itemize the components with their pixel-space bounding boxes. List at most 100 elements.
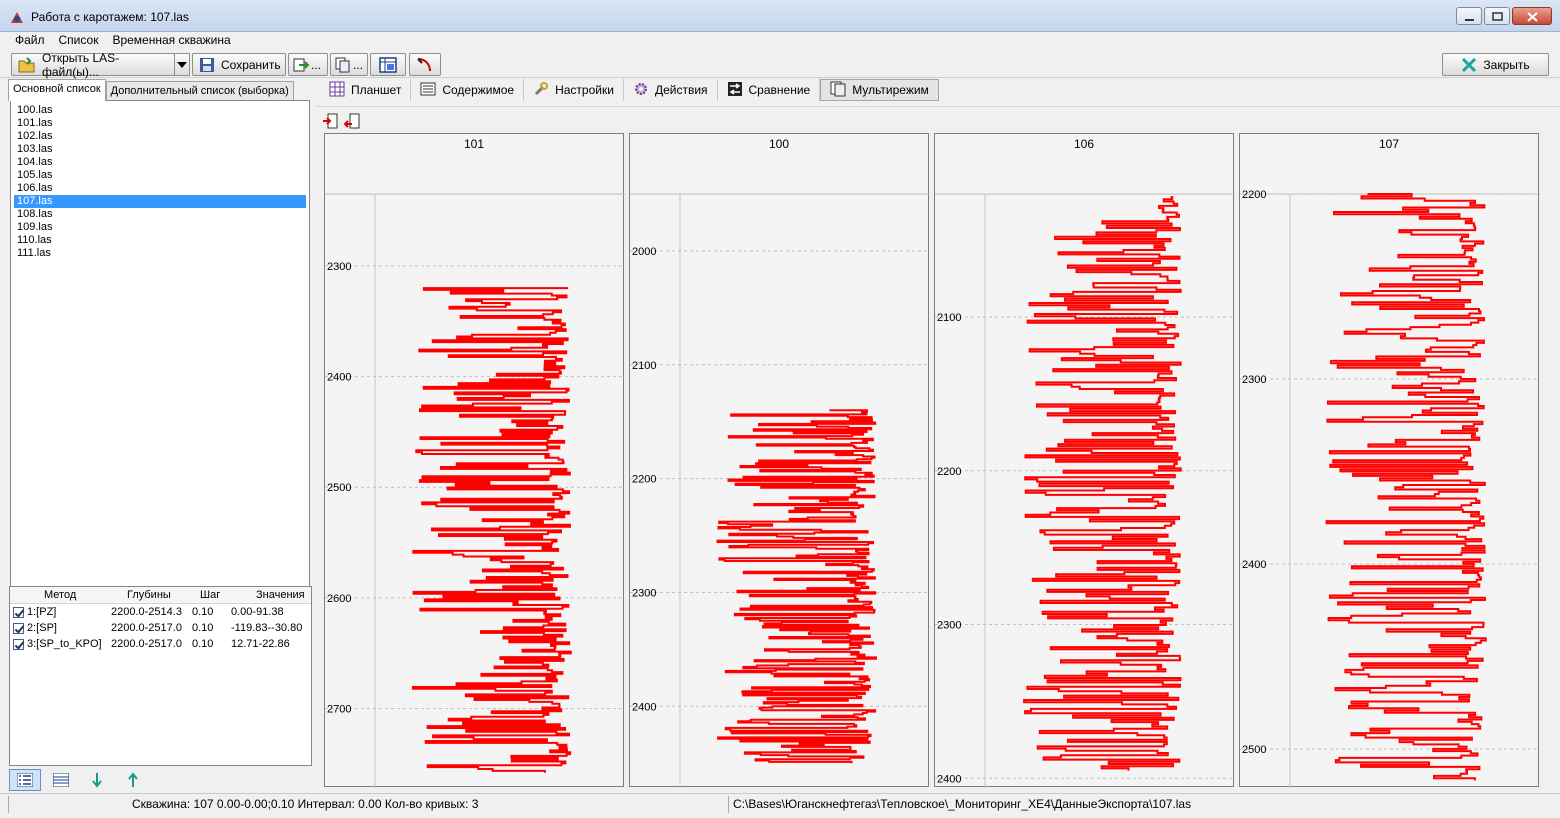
well-track[interactable]: 101 2300 2400 2500 2600 2700 — [324, 133, 625, 788]
copy-button[interactable]: ... — [330, 53, 368, 76]
method-name: 2:[SP] — [27, 622, 57, 634]
depth-tick-label: 2200 — [1242, 189, 1266, 201]
depth-tick-label: 2100 — [632, 360, 656, 372]
tab-label: Мультирежим — [852, 83, 929, 97]
list-view-button[interactable] — [9, 769, 41, 791]
header-method[interactable]: Метод — [44, 589, 76, 601]
sub-toolbar — [316, 106, 1560, 131]
method-checkbox[interactable] — [13, 623, 24, 634]
close-button[interactable]: Закрыть — [1442, 53, 1549, 76]
tab-label: Планшет — [351, 83, 402, 97]
file-list-item[interactable]: 104.las — [14, 156, 306, 169]
depth-tick-label: 2300 — [632, 587, 656, 599]
maximize-button[interactable] — [1484, 7, 1510, 25]
file-list-item[interactable]: 102.las — [14, 130, 306, 143]
depth-tick-label: 2000 — [632, 246, 656, 258]
depth-tick-label: 2400 — [632, 701, 656, 713]
method-checkbox[interactable] — [13, 639, 24, 650]
method-checkbox[interactable] — [13, 607, 24, 618]
tab-gear[interactable]: Действия — [624, 79, 718, 101]
file-list-item[interactable]: 109.las — [14, 221, 306, 234]
well-track[interactable]: 100 2000 2100 2200 2300 2400 — [629, 133, 930, 788]
open-las-button[interactable]: Открыть LAS-файл(ы)... — [11, 51, 175, 79]
method-values: 12.71-22.86 — [231, 638, 290, 650]
file-list-item[interactable]: 103.las — [14, 143, 306, 156]
grid-view-button[interactable] — [45, 769, 77, 791]
menu-bar: Файл Список Временная скважина — [0, 32, 1560, 50]
file-list-item[interactable]: 110.las — [14, 234, 306, 247]
file-list-item[interactable]: 100.las — [14, 104, 306, 117]
well-track[interactable]: 106 2100 2200 2300 2400 — [934, 133, 1235, 788]
method-values: 0.00-91.38 — [231, 606, 284, 618]
tab-wrench[interactable]: Настройки — [524, 79, 624, 101]
log-curve — [1325, 193, 1487, 781]
minimize-button[interactable] — [1456, 7, 1482, 25]
track-plot: 2000 2100 2200 2300 2400 — [630, 193, 930, 788]
header-depths[interactable]: Глубины — [127, 589, 171, 601]
well-track[interactable]: 107 2200 2300 2400 2500 — [1239, 133, 1540, 788]
method-name: 1:[PZ] — [27, 606, 57, 618]
tab-compare[interactable]: Сравнение — [718, 79, 821, 101]
title-bar: Работа с каротажем: 107.las — [0, 0, 1560, 32]
menu-file[interactable]: Файл — [8, 32, 52, 50]
method-step: 0.10 — [192, 606, 214, 618]
depth-tick-label: 2400 — [327, 372, 351, 384]
close-icon — [1527, 12, 1538, 22]
method-values: -119.83--30.80 — [231, 622, 303, 634]
tab-grid[interactable]: Планшет — [320, 79, 412, 101]
tab-extra-list[interactable]: Дополнительный список (выборка) — [105, 81, 294, 102]
las-file-list[interactable]: 100.las 101.las 102.las 103.las 104.las 105.l… — [10, 100, 310, 660]
method-row[interactable]: 3:[SP_to_KPO] 2200.0-2517.0 0.10 12.71-22.8… — [10, 636, 311, 652]
file-list-item[interactable]: 106.las — [14, 182, 306, 195]
depth-tick-label: 2200 — [632, 474, 656, 486]
move-down-button[interactable] — [81, 769, 113, 791]
method-step: 0.10 — [192, 638, 214, 650]
file-list-item[interactable]: 101.las — [14, 117, 306, 130]
tab-main-list[interactable]: Основной список — [8, 79, 106, 101]
add-track-icon — [323, 113, 338, 129]
remove-track-icon — [343, 113, 360, 129]
copy-label: ... — [353, 57, 364, 72]
copy-icon — [335, 57, 350, 72]
compare-icon — [727, 81, 743, 100]
file-list-item[interactable]: 108.las — [14, 208, 306, 221]
depth-tick-label: 2400 — [1242, 559, 1266, 571]
export-button[interactable]: ... — [288, 53, 328, 76]
curve-tool-button[interactable] — [409, 53, 441, 76]
remove-track-button[interactable] — [343, 113, 362, 129]
file-list-item[interactable]: 107.las — [14, 195, 306, 208]
method-name: 3:[SP_to_KPO] — [27, 638, 102, 650]
table-view-button[interactable] — [370, 53, 406, 76]
depth-tick-label: 2700 — [327, 704, 351, 716]
method-row[interactable]: 1:[PZ] 2200.0-2514.3 0.10 0.00-91.38 — [10, 604, 311, 620]
method-step: 0.10 — [192, 622, 214, 634]
gear-icon — [633, 81, 649, 100]
depth-tick-label: 2100 — [937, 312, 961, 324]
method-depths: 2200.0-2517.0 — [111, 622, 182, 634]
table-icon — [379, 56, 397, 73]
header-values[interactable]: Значения — [256, 589, 305, 601]
app-icon — [11, 12, 23, 23]
open-dropdown-button[interactable] — [174, 53, 190, 76]
depth-tick-label: 2500 — [1242, 744, 1266, 756]
menu-list[interactable]: Список — [52, 32, 106, 50]
file-list-item[interactable]: 105.las — [14, 169, 306, 182]
methods-header: Метод Глубины Шаг Значения — [10, 587, 311, 604]
menu-temp-well[interactable]: Временная скважина — [105, 32, 237, 50]
file-list-item[interactable]: 111.las — [14, 247, 306, 260]
add-track-button[interactable] — [322, 113, 340, 129]
depth-tick-label: 2600 — [327, 593, 351, 605]
close-window-button[interactable] — [1512, 7, 1552, 25]
depth-tick-label: 2400 — [937, 773, 961, 785]
status-separator — [8, 796, 9, 813]
depth-tick-label: 2300 — [937, 620, 961, 632]
method-depths: 2200.0-2514.3 — [111, 606, 182, 618]
move-up-button[interactable] — [117, 769, 149, 791]
tab-multi[interactable]: Мультирежим — [820, 79, 939, 101]
status-file-path: C:\Bases\Юганскнефтегаз\Тепловское\_Мони… — [733, 797, 1192, 811]
tab-list[interactable]: Содержимое — [411, 79, 525, 101]
method-row[interactable]: 2:[SP] 2200.0-2517.0 0.10 -119.83--30.80 — [10, 620, 311, 636]
header-step[interactable]: Шаг — [200, 589, 220, 601]
multi-icon — [830, 81, 846, 100]
save-button[interactable]: Сохранить — [192, 53, 286, 76]
